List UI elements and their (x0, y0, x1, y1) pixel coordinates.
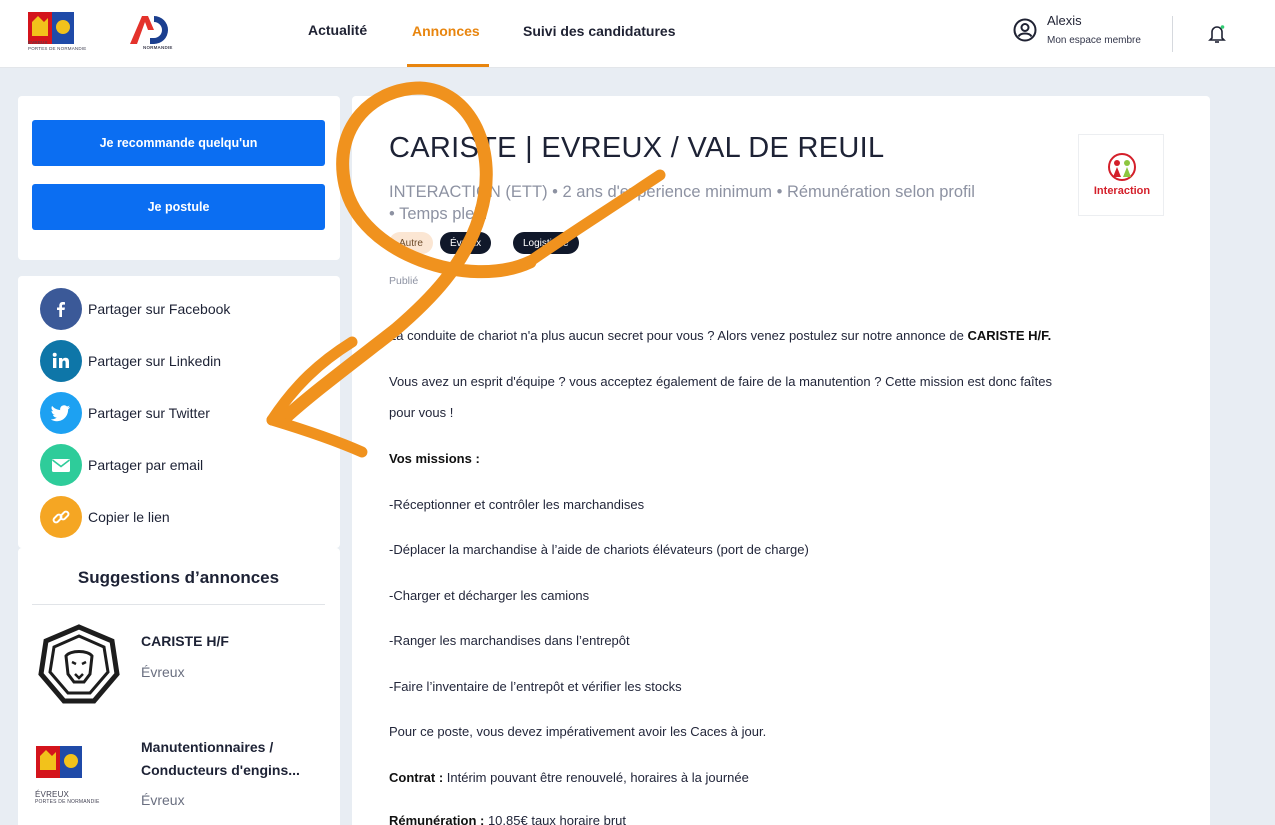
twitter-icon (40, 392, 82, 434)
suggestion-2-city: Évreux (141, 792, 185, 808)
evreux-suggestion-logo[interactable] (34, 744, 96, 788)
ad-normandie-logo[interactable] (124, 10, 184, 58)
apply-button[interactable]: Je postule (32, 184, 325, 230)
share-facebook-label: Partager sur Facebook (88, 301, 231, 317)
salary-value: 10,85€ taux horaire brut (484, 813, 626, 825)
user-name[interactable]: Alexis (1047, 13, 1082, 28)
tag-logistique[interactable]: Logistique (513, 232, 579, 254)
suggestion-2-title-line1[interactable]: Manutentionnaires / (141, 736, 273, 758)
company-logo[interactable]: Interaction (1078, 134, 1164, 216)
mission-item: -Charger et décharger les camions (389, 588, 590, 603)
tag-evreux[interactable]: Évreux (440, 232, 492, 254)
recommend-button[interactable]: Je recommande quelqu'un (32, 120, 325, 166)
share-linkedin-link[interactable]: Partager sur Linkedin (40, 340, 222, 382)
job-meta: INTERACTION (ETT) • 2 ans d'expérience m… (389, 181, 1079, 225)
job-meta-line1: INTERACTION (ETT) • 2 ans d'expérience m… (389, 183, 975, 201)
job-para2-line2: pour vous ! (389, 405, 454, 420)
job-contract: Contrat : Intérim pouvant être renouvelé… (389, 770, 749, 785)
job-title: CARISTE | EVREUX / VAL DE REUIL (389, 132, 885, 164)
copy-link-button[interactable]: Copier le lien (40, 496, 170, 538)
mission-item: -Ranger les marchandises dans l’entrepôt (389, 633, 630, 648)
contract-value: Intérim pouvant être renouvelé, horaires… (443, 770, 749, 785)
evreux-suggestion-logo-name: ÉVREUX (35, 790, 70, 799)
mission-item: -Déplacer la marchandise à l’aide de cha… (389, 542, 809, 557)
job-requirement: Pour ce poste, vous devez impérativement… (389, 724, 767, 739)
job-intro: La conduite de chariot n'a plus aucun se… (389, 328, 1051, 343)
copy-link-label: Copier le lien (88, 509, 170, 525)
published-date: Publié (389, 275, 419, 287)
suggestions-title: Suggestions d’annonces (77, 568, 280, 587)
suggestions-divider (32, 604, 325, 605)
evreux-logo-name: ÉVREUX (28, 40, 48, 45)
contract-label: Contrat : (389, 770, 444, 785)
share-email-label: Partager par email (88, 457, 204, 473)
share-twitter-label: Partager sur Twitter (88, 405, 210, 421)
link-icon (40, 496, 82, 538)
suggestion-1-city: Évreux (141, 664, 185, 680)
lion-logo-icon[interactable] (38, 624, 120, 706)
nav-actualite[interactable]: Actualité (308, 22, 367, 38)
tag-autre[interactable]: Autre (389, 232, 433, 254)
job-salary: Rémunération : 10,85€ taux horaire brut (389, 813, 626, 825)
nav-active-underline (407, 64, 489, 67)
interaction-figures-icon (1108, 153, 1136, 181)
evreux-logo[interactable] (26, 10, 88, 60)
facebook-icon (40, 288, 82, 330)
share-linkedin-label: Partager sur Linkedin (88, 353, 222, 369)
salary-label: Rémunération : (389, 813, 485, 825)
job-intro-bold: CARISTE H/F. (967, 328, 1052, 343)
job-para2-line1: Vous avez un esprit d'équipe ? vous acce… (389, 374, 1052, 389)
missions-title: Vos missions : (389, 451, 480, 466)
nav-suivi-candidatures[interactable]: Suivi des candidatures (523, 23, 676, 39)
header-divider (1172, 16, 1173, 52)
share-email-link[interactable]: Partager par email (40, 444, 204, 486)
nav-annonces[interactable]: Annonces (412, 23, 480, 39)
evreux-logo-sub: PORTES DE NORMANDIE (28, 46, 87, 51)
top-header: ÉVREUX PORTES DE NORMANDIE NORMANDIE Act… (0, 0, 1275, 68)
share-facebook-link[interactable]: Partager sur Facebook (40, 288, 231, 330)
company-logo-text: Interaction (1093, 185, 1151, 197)
evreux-suggestion-logo-sub: PORTES DE NORMANDIE (35, 799, 100, 805)
job-meta-line2: • Temps plein (389, 205, 488, 223)
notification-bell-icon[interactable] (1208, 24, 1226, 44)
member-space-link[interactable]: Mon espace membre (1047, 35, 1141, 46)
mission-item: -Réceptionner et contrôler les marchandi… (389, 497, 645, 512)
mission-item: -Faire l’inventaire de l’entrepôt et vér… (389, 679, 682, 694)
share-twitter-link[interactable]: Partager sur Twitter (40, 392, 210, 434)
suggestion-2-title-line2[interactable]: Conducteurs d'engins... (141, 759, 300, 781)
ad-logo-name: NORMANDIE (143, 45, 173, 50)
user-avatar-icon[interactable] (1013, 18, 1037, 42)
suggestion-1-title[interactable]: CARISTE H/F (141, 630, 229, 652)
job-intro-text: La conduite de chariot n'a plus aucun se… (389, 328, 968, 343)
email-icon (40, 444, 82, 486)
linkedin-icon (40, 340, 82, 382)
